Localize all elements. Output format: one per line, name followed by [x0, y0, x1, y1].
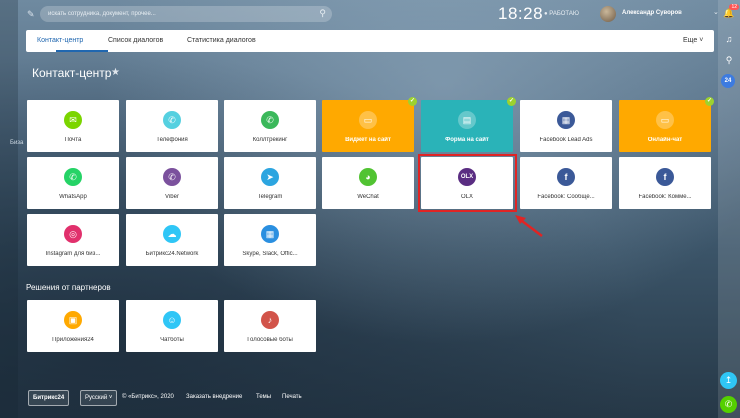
- tile-bitrix24-network[interactable]: ☁ Битрикс24.Network: [126, 214, 218, 266]
- instagram-icon: ◎: [64, 225, 82, 243]
- more-label: Еще: [683, 37, 698, 44]
- tile-label: Skype, Slack, Offic...: [242, 251, 298, 257]
- facebook-comments-icon: f: [656, 168, 674, 186]
- call-icon[interactable]: ✆: [720, 396, 737, 413]
- top-tabs: Контакт-центр Список диалогов Статистика…: [26, 30, 714, 52]
- apps-icon: ▦: [261, 225, 279, 243]
- check-icon: ✓: [408, 97, 417, 106]
- tile-chatbots[interactable]: ☺ Чатботы: [126, 300, 218, 352]
- facebook-icon: f: [557, 168, 575, 186]
- partners-section-title: Решения от партнеров: [26, 283, 111, 292]
- facebook-lead-icon: ▦: [557, 111, 575, 129]
- tile-facebook-lead-ads[interactable]: ▦ Facebook Lead Ads: [520, 100, 612, 152]
- calltracking-icon: ✆: [261, 111, 279, 129]
- tile-facebook-comments[interactable]: f Facebook: Комме...: [619, 157, 711, 209]
- check-icon: ✓: [507, 97, 516, 106]
- tile-label: WhatsApp: [59, 194, 87, 200]
- chatbot-icon: ☺: [163, 311, 181, 329]
- favorite-star-icon[interactable]: ★: [111, 67, 120, 78]
- tile-viber[interactable]: ✆ Viber: [126, 157, 218, 209]
- print-link[interactable]: Печать: [282, 394, 302, 400]
- tile-online-chat[interactable]: ▭ Онлайн-чат ✓: [619, 97, 714, 152]
- right-sidebar: 🔔 12 ♫ ⚲ 24 ↥ ✆: [718, 0, 740, 418]
- tile-label: WeChat: [357, 194, 379, 200]
- tab-contact-center[interactable]: Контакт-центр: [37, 37, 83, 44]
- copyright: © «Битрикс», 2020: [122, 394, 174, 400]
- tile-label: Голосовые боты: [247, 337, 293, 343]
- network-icon: ☁: [163, 225, 181, 243]
- tile-label: Коллтрекинг: [252, 137, 288, 143]
- viber-icon: ✆: [163, 168, 181, 186]
- tab-more[interactable]: Еще ˅: [683, 37, 703, 44]
- bell-icon[interactable]: ♫: [720, 30, 738, 48]
- tile-apps24[interactable]: ▣ Приложения24: [27, 300, 119, 352]
- tile-label: Facebook Lead Ads: [539, 137, 593, 143]
- clock: 18:28: [498, 4, 544, 23]
- telegram-icon: ➤: [261, 168, 279, 186]
- active-tab-underline: [56, 50, 108, 52]
- chat-widget-icon: ▭: [359, 111, 377, 129]
- notifications-count: 12: [729, 4, 739, 10]
- online-chat-icon: ▭: [656, 111, 674, 129]
- avatar[interactable]: [600, 6, 616, 22]
- whatsapp-icon: ✆: [64, 168, 82, 186]
- tile-site-form[interactable]: ▤ Форма на сайт ✓: [421, 97, 516, 152]
- pointer-arrow-icon: [515, 215, 543, 237]
- open-lines-icon[interactable]: ↥: [720, 372, 737, 389]
- search-box[interactable]: ⚲: [40, 6, 332, 22]
- apps24-icon: ▣: [64, 311, 82, 329]
- tile-label: Viber: [165, 194, 179, 200]
- tile-mail[interactable]: ✉ Почта: [27, 100, 119, 152]
- olx-highlight-frame: [418, 154, 517, 212]
- tile-label: Битрикс24.Network: [145, 251, 199, 257]
- tile-label: Чатботы: [160, 337, 184, 343]
- tile-label: Телефония: [156, 137, 188, 143]
- bitrix24-badge[interactable]: 24: [721, 74, 735, 88]
- tile-label: Виджет на сайт: [345, 137, 391, 143]
- tile-label: Приложения24: [52, 337, 94, 343]
- tile-label: Facebook: Комме...: [638, 194, 692, 200]
- language-label: Русский: [85, 395, 108, 401]
- tile-telephony[interactable]: ✆ Телефония: [126, 100, 218, 152]
- tile-label: Форма на сайт: [445, 137, 489, 143]
- language-select[interactable]: Русский ˅: [80, 390, 118, 406]
- page-title: Контакт-центр: [32, 66, 112, 80]
- themes-link[interactable]: Темы: [256, 394, 271, 400]
- tile-label: Instagram для биз...: [45, 251, 101, 257]
- brand-button[interactable]: Битрикс24: [28, 390, 70, 406]
- voice-bot-icon: ♪: [261, 311, 279, 329]
- status-label: РАБОТАЮ: [549, 11, 579, 17]
- search-input[interactable]: [40, 6, 326, 22]
- tile-instagram[interactable]: ◎ Instagram для биз...: [27, 214, 119, 266]
- tab-dialogs-stats[interactable]: Статистика диалогов: [187, 37, 256, 44]
- phone-icon: ✆: [163, 111, 181, 129]
- wechat-icon: ◕: [359, 168, 377, 186]
- form-icon: ▤: [458, 111, 476, 129]
- tile-label: Facebook: Сообще...: [537, 194, 595, 200]
- tile-label: Telegram: [257, 194, 283, 200]
- tab-dialogs-list[interactable]: Список диалогов: [108, 37, 163, 44]
- tile-skype-slack[interactable]: ▦ Skype, Slack, Offic...: [224, 214, 316, 266]
- search-icon[interactable]: ⚲: [319, 8, 326, 19]
- user-name[interactable]: Александр Суворов: [622, 10, 682, 16]
- mail-icon: ✉: [64, 111, 82, 129]
- edit-icon[interactable]: ✎: [27, 9, 35, 20]
- tile-wechat[interactable]: ◕ WeChat: [322, 157, 414, 209]
- tile-telegram[interactable]: ➤ Telegram: [224, 157, 316, 209]
- notifications-icon[interactable]: 🔔 12: [720, 4, 739, 22]
- check-icon: ✓: [705, 97, 714, 106]
- order-implementation-link[interactable]: Заказать внедрение: [186, 394, 242, 400]
- tile-calltracking[interactable]: ✆ Коллтрекинг: [224, 100, 316, 152]
- search-icon[interactable]: ⚲: [720, 51, 738, 69]
- tile-whatsapp[interactable]: ✆ WhatsApp: [27, 157, 119, 209]
- tile-facebook-messages[interactable]: f Facebook: Сообще...: [520, 157, 612, 209]
- tile-label: Онлайн-чат: [647, 137, 683, 143]
- tile-site-widget[interactable]: ▭ Виджет на сайт ✓: [322, 97, 417, 152]
- work-status[interactable]: ● РАБОТАЮ: [544, 11, 579, 17]
- left-strip-label: Биза: [10, 140, 24, 146]
- left-strip: Биза: [0, 0, 23, 418]
- tile-label: Почта: [64, 137, 82, 143]
- tile-voice-bots[interactable]: ♪ Голосовые боты: [224, 300, 316, 352]
